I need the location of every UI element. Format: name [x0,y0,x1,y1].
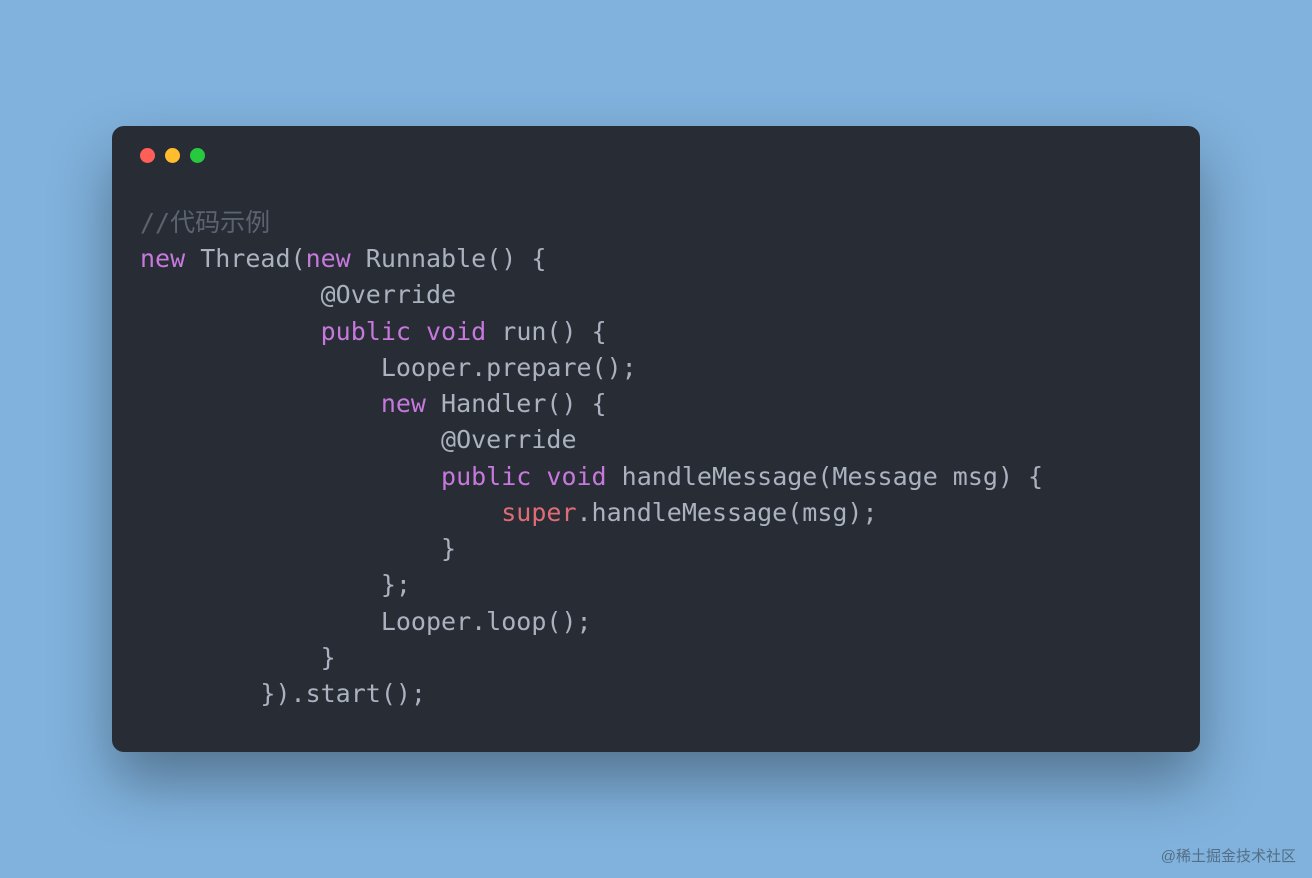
code-indent [140,570,381,599]
code-indent [140,607,381,636]
code-indent [140,389,381,418]
code-keyword-super: super [501,498,576,527]
code-indent [140,643,321,672]
watermark-text: @稀土掘金技术社区 [1161,845,1296,866]
code-keyword-new: new [381,389,426,418]
code-text: run() { [486,317,606,346]
maximize-icon[interactable] [190,148,205,163]
code-indent [140,462,441,491]
code-indent [140,679,260,708]
code-indent [140,317,321,346]
code-brace: } [321,643,336,672]
code-text: Handler() { [426,389,607,418]
code-keyword-void: void [426,317,486,346]
code-indent [140,425,441,454]
code-annotation: @Override [321,280,456,309]
code-indent [140,534,441,563]
code-space [531,462,546,491]
code-keyword-public: public [441,462,531,491]
code-brace: }; [381,570,411,599]
code-keyword-public: public [321,317,411,346]
code-space [411,317,426,346]
code-brace: } [441,534,456,563]
code-indent [140,498,501,527]
code-text: .handleMessage(msg); [577,498,878,527]
code-text: }).start(); [260,679,426,708]
code-text: Thread( [185,244,305,273]
code-keyword-new: new [140,244,185,273]
code-window: //代码示例 new Thread(new Runnable() { @Over… [112,126,1200,753]
code-text: Looper.prepare(); [381,353,637,382]
code-text: handleMessage(Message msg) { [607,462,1044,491]
code-keyword-new: new [306,244,351,273]
minimize-icon[interactable] [165,148,180,163]
close-icon[interactable] [140,148,155,163]
code-comment: //代码示例 [140,208,270,237]
code-text: Looper.loop(); [381,607,592,636]
code-indent [140,280,321,309]
code-keyword-void: void [546,462,606,491]
window-titlebar [112,126,1200,175]
code-indent [140,353,381,382]
code-text: Runnable() { [351,244,547,273]
code-block: //代码示例 new Thread(new Runnable() { @Over… [112,175,1200,713]
code-annotation: @Override [441,425,576,454]
